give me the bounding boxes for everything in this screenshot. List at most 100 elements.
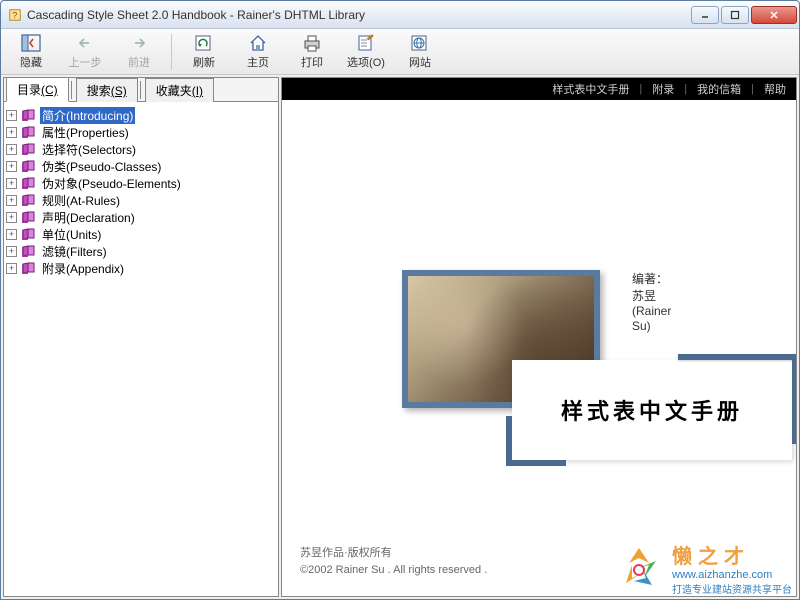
website-button[interactable]: 网站 (396, 31, 444, 73)
print-icon (301, 33, 323, 53)
book-icon (21, 142, 37, 156)
footer-line2: ©2002 Rainer Su . All rights reserved . (300, 562, 487, 580)
window-controls (691, 6, 797, 24)
toolbar-label: 前进 (128, 54, 150, 70)
book-icon (21, 125, 37, 139)
book-icon (21, 193, 37, 207)
options-icon (355, 33, 377, 53)
expand-icon[interactable]: + (6, 246, 17, 257)
book-icon (21, 261, 37, 275)
tree-item[interactable]: + 伪类(Pseudo-Classes) (6, 158, 276, 174)
expand-icon[interactable]: + (6, 127, 17, 138)
tree-item-label: 滤镜(Filters) (40, 243, 109, 260)
watermark-logo-icon (614, 543, 664, 593)
titlebar[interactable]: ? Cascading Style Sheet 2.0 Handbook - R… (1, 1, 799, 29)
book-icon (21, 159, 37, 173)
maximize-button[interactable] (721, 6, 749, 24)
expand-icon[interactable]: + (6, 229, 17, 240)
tree-item-label: 伪对象(Pseudo-Elements) (40, 175, 183, 192)
book-icon (21, 244, 37, 258)
corner-decoration (506, 416, 512, 466)
home-icon (247, 33, 269, 53)
tab-key: (C) (41, 83, 58, 97)
expand-icon[interactable]: + (6, 178, 17, 189)
tree-item-label: 属性(Properties) (40, 124, 131, 141)
tab-key: (S) (111, 84, 127, 98)
corner-decoration (506, 460, 566, 466)
watermark: 懒之才 www.aizhanzhe.com 打造专业建站资源共享平台 (614, 540, 792, 596)
toolbar-label: 打印 (301, 54, 323, 70)
toolbar-label: 选项(O) (347, 54, 385, 70)
tab-search[interactable]: 搜索(S) (76, 78, 138, 102)
tree-item-label: 声明(Declaration) (40, 209, 137, 226)
nav-link-mailbox[interactable]: 我的信箱 (697, 81, 741, 97)
minimize-button[interactable] (691, 6, 719, 24)
expand-icon[interactable]: + (6, 161, 17, 172)
toolbar-separator (171, 34, 172, 70)
expand-icon[interactable]: + (6, 110, 17, 121)
nav-link-manual[interactable]: 样式表中文手册 (552, 81, 629, 97)
tree-item-label: 简介(Introducing) (40, 107, 135, 124)
hero-title-box: 样式表中文手册 (512, 360, 792, 460)
book-icon (21, 227, 37, 241)
book-icon (21, 108, 37, 122)
tab-separator (71, 81, 72, 99)
close-button[interactable] (751, 6, 797, 24)
document-body: 编著：苏昱(Rainer Su) 样式表中文手册 苏昱作品·版权所有 ©2002… (282, 100, 796, 596)
tab-label: 收藏夹 (156, 84, 192, 98)
app-icon: ? (7, 7, 23, 23)
tree-item[interactable]: + 声明(Declaration) (6, 209, 276, 225)
sidebar: 目录(C) 搜索(S) 收藏夹(I) + 简介(Introducing) + 属性(P… (3, 77, 279, 597)
print-button[interactable]: 打印 (288, 31, 336, 73)
hero-title: 样式表中文手册 (561, 394, 743, 426)
toolbar-label: 隐藏 (20, 54, 42, 70)
tree-item[interactable]: + 滤镜(Filters) (6, 243, 276, 259)
tab-toc[interactable]: 目录(C) (6, 77, 69, 102)
toolbar-label: 主页 (247, 54, 269, 70)
tree-item[interactable]: + 简介(Introducing) (6, 107, 276, 123)
tab-favorites[interactable]: 收藏夹(I) (145, 78, 214, 102)
arrow-right-icon (128, 33, 150, 53)
refresh-button[interactable]: 刷新 (180, 31, 228, 73)
nav-separator: | (684, 83, 687, 95)
footer-text: 苏昱作品·版权所有 ©2002 Rainer Su . All rights r… (300, 545, 487, 580)
expand-icon[interactable]: + (6, 144, 17, 155)
tree-item-label: 附录(Appendix) (40, 260, 126, 277)
tab-label: 目录 (17, 83, 41, 97)
book-icon (21, 176, 37, 190)
content-nav: 样式表中文手册 | 附录 | 我的信箱 | 帮助 (282, 78, 796, 100)
tree-item[interactable]: + 属性(Properties) (6, 124, 276, 140)
tree-item[interactable]: + 附录(Appendix) (6, 260, 276, 276)
nav-link-appendix[interactable]: 附录 (652, 81, 674, 97)
book-icon (21, 210, 37, 224)
tree-item-label: 单位(Units) (40, 226, 103, 243)
nav-separator: | (639, 83, 642, 95)
tree-item[interactable]: + 单位(Units) (6, 226, 276, 242)
toolbar-label: 上一步 (69, 54, 102, 70)
tab-separator (140, 81, 141, 99)
body-area: 目录(C) 搜索(S) 收藏夹(I) + 简介(Introducing) + 属性(P… (1, 75, 799, 599)
sidebar-tabs: 目录(C) 搜索(S) 收藏夹(I) (4, 78, 278, 102)
nav-link-help[interactable]: 帮助 (764, 81, 786, 97)
expand-icon[interactable]: + (6, 212, 17, 223)
hide-button[interactable]: 隐藏 (7, 31, 55, 73)
tree-item[interactable]: +选择符(Selectors) (6, 141, 276, 157)
content-pane: 样式表中文手册 | 附录 | 我的信箱 | 帮助 编著：苏昱(Rainer Su… (281, 77, 797, 597)
toc-tree[interactable]: + 简介(Introducing) + 属性(Properties)+选择符(Sele… (4, 102, 278, 596)
toolbar-label: 刷新 (193, 54, 215, 70)
toolbar: 隐藏 上一步 前进 刷新 主页 打印 选项(O) 网站 (1, 29, 799, 75)
refresh-icon (193, 33, 215, 53)
tree-item[interactable]: +规则(At-Rules) (6, 192, 276, 208)
tree-item[interactable]: + 伪对象(Pseudo-Elements) (6, 175, 276, 191)
expand-icon[interactable]: + (6, 195, 17, 206)
watermark-text: 懒之才 www.aizhanzhe.com 打造专业建站资源共享平台 (672, 540, 792, 596)
options-button[interactable]: 选项(O) (342, 31, 390, 73)
toolbar-label: 网站 (409, 54, 431, 70)
tab-label: 搜索 (87, 84, 111, 98)
expand-icon[interactable]: + (6, 263, 17, 274)
footer-line1: 苏昱作品·版权所有 (300, 545, 487, 563)
arrow-left-icon (74, 33, 96, 53)
watermark-url: www.aizhanzhe.com (672, 569, 792, 581)
tree-item-label: 伪类(Pseudo-Classes) (40, 158, 163, 175)
home-button[interactable]: 主页 (234, 31, 282, 73)
